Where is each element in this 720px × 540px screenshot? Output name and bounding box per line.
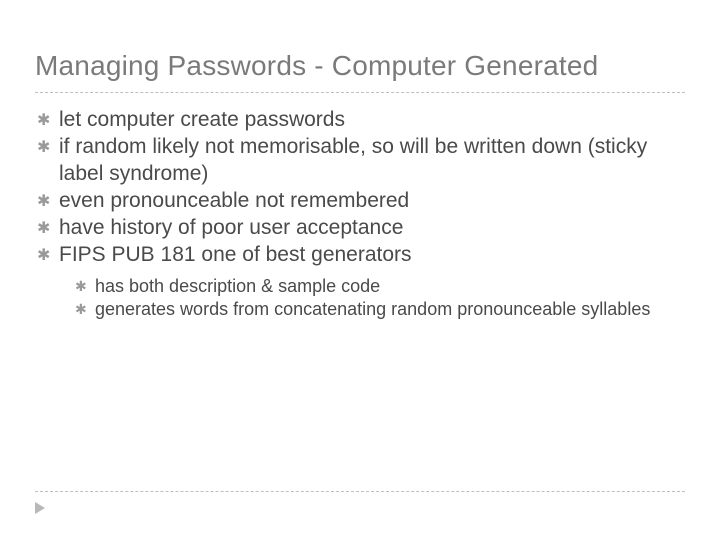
list-item: ✱ FIPS PUB 181 one of best generators [37, 242, 685, 268]
bullet-icon: ✱ [37, 242, 59, 266]
list-item: ✱ generates words from concatenating ran… [75, 298, 685, 321]
bullet-icon: ✱ [37, 107, 59, 131]
bullet-text: have history of poor user acceptance [59, 215, 685, 241]
bullet-text: FIPS PUB 181 one of best generators [59, 242, 685, 268]
list-item: ✱ if random likely not memorisable, so w… [37, 134, 685, 187]
footer-divider [35, 491, 685, 492]
bullet-icon: ✱ [75, 298, 95, 319]
bullet-text: has both description & sample code [95, 275, 685, 298]
title-divider [35, 92, 685, 93]
slide-title: Managing Passwords - Computer Generated [35, 50, 685, 82]
main-bullet-list: ✱ let computer create passwords ✱ if ran… [35, 107, 685, 269]
bullet-icon: ✱ [37, 188, 59, 212]
bullet-text: generates words from concatenating rando… [95, 298, 685, 321]
bullet-text: let computer create passwords [59, 107, 685, 133]
list-item: ✱ let computer create passwords [37, 107, 685, 133]
bullet-text: if random likely not memorisable, so wil… [59, 134, 685, 187]
slide: Managing Passwords - Computer Generated … [0, 0, 720, 540]
sub-bullet-list: ✱ has both description & sample code ✱ g… [35, 275, 685, 321]
list-item: ✱ even pronounceable not remembered [37, 188, 685, 214]
list-item: ✱ has both description & sample code [75, 275, 685, 298]
play-icon [35, 502, 45, 514]
bullet-icon: ✱ [75, 275, 95, 296]
bullet-icon: ✱ [37, 215, 59, 239]
bullet-text: even pronounceable not remembered [59, 188, 685, 214]
bullet-icon: ✱ [37, 134, 59, 158]
list-item: ✱ have history of poor user acceptance [37, 215, 685, 241]
